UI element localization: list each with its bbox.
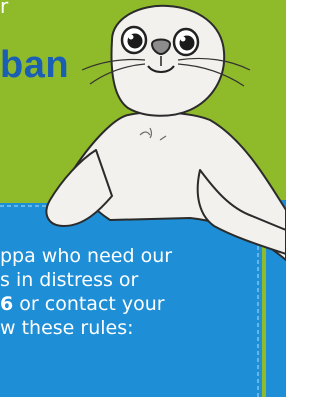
panel-line-3-rest: or contact your bbox=[13, 293, 165, 315]
panel-line-3: 6 or contact your bbox=[0, 292, 262, 316]
panel-line-2: s in distress or bbox=[0, 269, 139, 291]
panel-line-1: ppa who need our bbox=[0, 245, 173, 267]
info-panel-text: ppa who need our s in distress or 6 or c… bbox=[0, 244, 262, 340]
panel-line-4: w these rules: bbox=[0, 317, 134, 339]
seal-nose bbox=[150, 38, 172, 56]
panel-line-3-bold: 6 bbox=[0, 293, 14, 315]
